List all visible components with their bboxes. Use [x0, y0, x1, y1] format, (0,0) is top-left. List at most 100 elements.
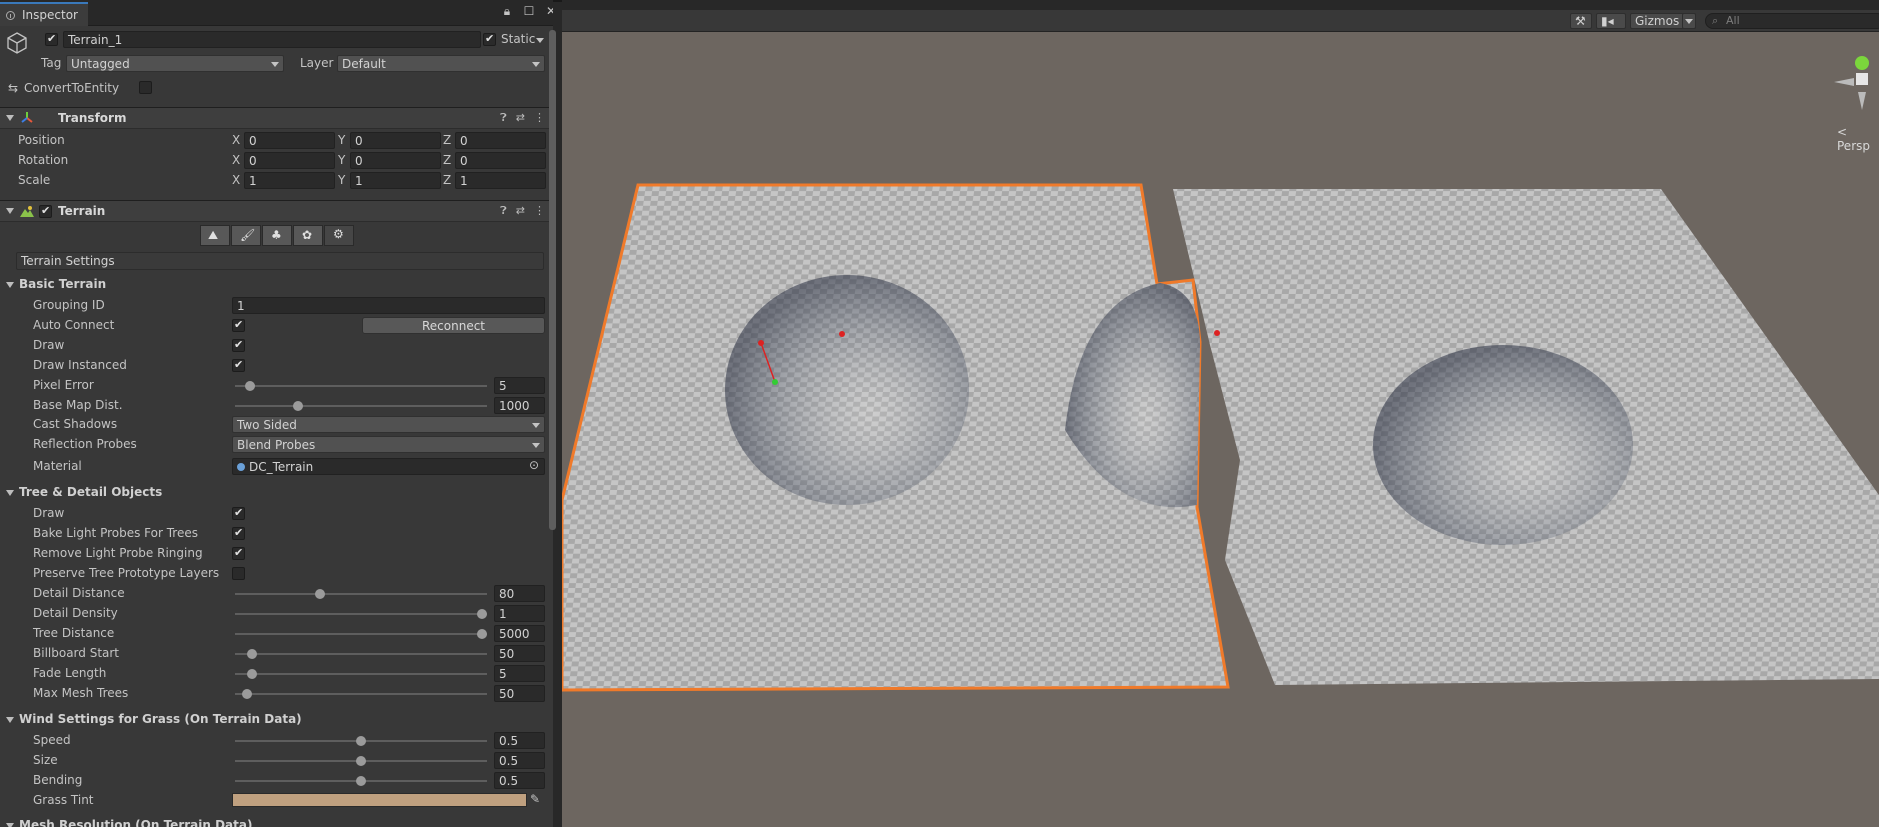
tree-distance-slider-thumb[interactable] [477, 629, 487, 639]
reflection-probes-dropdown[interactable]: Blend Probes [232, 436, 545, 453]
help-icon[interactable]: ❓︎ [500, 204, 507, 218]
static-label[interactable]: Static [501, 32, 535, 46]
transform-header[interactable]: Transform ❓︎ ⇄ ⋮ [0, 107, 553, 129]
base-map-dist-slider-thumb[interactable] [293, 401, 304, 411]
tree-detail-section[interactable]: Tree & Detail Objects [0, 485, 553, 503]
wind-bending-value-field[interactable]: 0.5 [494, 772, 545, 789]
kebab-menu-icon[interactable]: ⋮ [534, 204, 545, 218]
help-icon[interactable]: ❓︎ [500, 111, 507, 125]
pixel-error-value-field[interactable]: 5 [494, 377, 545, 394]
transform-title: Transform [58, 111, 127, 125]
gizmo-cube [1856, 73, 1868, 85]
scene-view[interactable]: ⚒ ▮◂ Gizmos ⌕ All < Persp [562, 0, 1879, 827]
lock-icon[interactable]: 🔒︎ [500, 4, 514, 19]
setting-label: Speed [33, 733, 71, 747]
transform-y-field[interactable]: 0 [350, 152, 441, 169]
transform-x-field[interactable]: 1 [244, 172, 335, 189]
tree-distance-value-field[interactable]: 5000 [494, 625, 545, 642]
auto-connect-checkbox[interactable] [232, 318, 245, 332]
trees-tool-button[interactable]: ♣ [262, 225, 292, 246]
base-map-dist-value-field[interactable]: 1000 [494, 397, 545, 414]
fade-length-slider-track[interactable] [235, 673, 487, 675]
basic-terrain-section[interactable]: Basic Terrain [0, 277, 553, 295]
draw-instanced-checkbox[interactable] [232, 358, 245, 372]
transform-y-field[interactable]: 1 [350, 172, 441, 189]
pixel-error-slider-thumb[interactable] [244, 381, 255, 391]
preset-icon[interactable]: ⇄ [516, 111, 525, 125]
wind-speed-slider-thumb[interactable] [356, 736, 366, 746]
mesh-resolution-section[interactable]: Mesh Resolution (On Terrain Data) [0, 818, 553, 827]
detail-density-slider-thumb[interactable] [477, 609, 487, 619]
tag-dropdown[interactable]: Untagged [66, 55, 284, 72]
foldout-arrow-icon[interactable] [6, 823, 14, 827]
detail-density-slider-track[interactable] [235, 613, 487, 615]
remove-ringing-checkbox[interactable] [232, 546, 245, 560]
paint-tool-button[interactable]: 🖌︎ [231, 225, 261, 246]
inspector-tab[interactable]: Inspector [0, 2, 88, 26]
transform-z-field[interactable]: 1 [455, 172, 546, 189]
reconnect-button[interactable]: Reconnect [362, 317, 545, 334]
terrain-enabled-checkbox[interactable] [39, 204, 52, 218]
scene-canvas[interactable] [562, 0, 1879, 827]
details-tool-button[interactable]: ✿ [293, 225, 323, 246]
transform-z-field[interactable]: 0 [455, 152, 546, 169]
fade-length-slider-thumb[interactable] [247, 669, 258, 679]
transform-x-field[interactable]: 0 [244, 132, 335, 149]
wind-size-slider-thumb[interactable] [356, 756, 366, 766]
transform-x-field[interactable]: 0 [244, 152, 335, 169]
fade-length-value-field[interactable]: 5 [494, 665, 545, 682]
terrain-header[interactable]: Terrain ❓︎ ⇄ ⋮ [0, 200, 553, 222]
static-dropdown-icon[interactable] [536, 38, 544, 43]
object-picker-icon[interactable]: ⊙ [529, 458, 539, 472]
setting-label: Material [33, 459, 82, 473]
material-field[interactable]: DC_Terrain [232, 458, 545, 475]
foldout-arrow-icon[interactable] [6, 115, 14, 121]
foldout-arrow-icon[interactable] [6, 282, 14, 288]
convert-checkbox[interactable] [139, 81, 152, 94]
detail-distance-slider-thumb[interactable] [314, 589, 325, 599]
tree-draw-checkbox[interactable] [232, 506, 245, 520]
transform-z-field[interactable]: 0 [455, 132, 546, 149]
foldout-arrow-icon[interactable] [6, 717, 14, 723]
eyedropper-icon[interactable]: ✎ [530, 792, 540, 806]
preserve-layers-checkbox[interactable] [232, 567, 245, 580]
tag-label: Tag [41, 56, 62, 70]
active-checkbox[interactable] [45, 32, 58, 46]
close-icon[interactable]: ✕ [544, 4, 553, 19]
layer-dropdown[interactable]: Default [337, 55, 545, 72]
maximize-icon[interactable]: ☐ [522, 4, 536, 19]
kebab-menu-icon[interactable]: ⋮ [534, 111, 545, 125]
wind-section[interactable]: Wind Settings for Grass (On Terrain Data… [0, 712, 553, 730]
max-mesh-trees-value-field[interactable]: 50 [494, 685, 545, 702]
max-mesh-trees-slider-thumb[interactable] [242, 689, 253, 699]
billboard-start-slider-track[interactable] [235, 653, 487, 655]
settings-tool-button[interactable]: ⚙ [324, 225, 354, 246]
bake-light-probes-checkbox[interactable] [232, 526, 245, 540]
grass-tint-swatch[interactable] [232, 793, 527, 807]
billboard-start-value-field[interactable]: 50 [494, 645, 545, 662]
foldout-arrow-icon[interactable] [6, 208, 14, 214]
object-name-field[interactable]: Terrain_1 [63, 31, 481, 48]
wind-size-value-field[interactable]: 0.5 [494, 752, 545, 769]
static-checkbox[interactable] [483, 32, 496, 46]
transform-y-field[interactable]: 0 [350, 132, 441, 149]
inspector-scrollbar[interactable] [549, 30, 556, 530]
tree-distance-slider-track[interactable] [235, 633, 487, 635]
pixel-error-slider-track[interactable] [235, 385, 487, 387]
base-map-dist-slider-track[interactable] [235, 405, 487, 407]
persp-label[interactable]: < Persp [1837, 125, 1879, 153]
detail-distance-value-field[interactable]: 80 [494, 585, 545, 602]
raise-terrain-tool-button[interactable]: ⛰︎ [200, 225, 230, 246]
detail-density-value-field[interactable]: 1 [494, 605, 545, 622]
wind-speed-value-field[interactable]: 0.5 [494, 732, 545, 749]
orientation-gizmo[interactable] [1834, 56, 1869, 110]
billboard-start-slider-thumb[interactable] [247, 649, 258, 659]
grouping-id-field[interactable]: 1 [232, 297, 545, 314]
foldout-arrow-icon[interactable] [6, 490, 14, 496]
draw-checkbox[interactable] [232, 338, 245, 352]
max-mesh-trees-slider-track[interactable] [235, 693, 487, 695]
preset-icon[interactable]: ⇄ [516, 204, 525, 218]
wind-bending-slider-thumb[interactable] [356, 776, 366, 786]
cast-shadows-dropdown[interactable]: Two Sided [232, 416, 545, 433]
detail-distance-slider-track[interactable] [235, 593, 487, 595]
